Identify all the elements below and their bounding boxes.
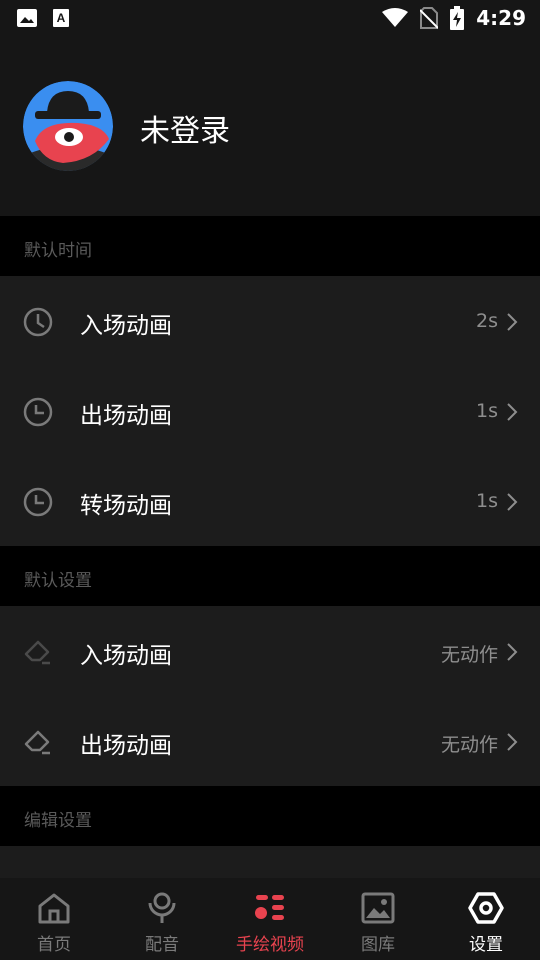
section-title: 编辑设置 — [24, 811, 92, 831]
tab-label: 图库 — [361, 935, 395, 955]
section-header-settings: 默认设置 — [0, 546, 540, 606]
clock-icon — [23, 397, 53, 427]
chevron-right-icon — [507, 733, 518, 751]
image-notification-icon — [17, 9, 37, 27]
tab-settings[interactable]: 设置 — [432, 878, 540, 960]
tab-label: 首页 — [37, 935, 71, 955]
section-title: 默认时间 — [24, 241, 92, 261]
section-header-time: 默认时间 — [0, 216, 540, 276]
settings-row-enter-effect[interactable]: 入场动画 无动作 — [0, 606, 540, 696]
chevron-right-icon — [507, 493, 518, 511]
font-notification-icon: A — [53, 9, 69, 27]
wifi-icon — [382, 8, 409, 27]
status-time: 4:29 — [476, 6, 526, 30]
settings-row-partial[interactable] — [0, 846, 540, 878]
no-sim-icon — [420, 7, 439, 29]
svg-text:A: A — [57, 11, 66, 25]
gallery-icon — [361, 892, 395, 924]
eraser-icon — [24, 730, 50, 755]
row-label: 出场动画 — [80, 733, 172, 759]
clock-icon — [23, 307, 53, 337]
row-value: 无动作 — [440, 644, 498, 666]
row-label: 出场动画 — [80, 403, 172, 429]
chevron-right-icon — [507, 403, 518, 421]
tab-gallery[interactable]: 图库 — [324, 878, 432, 960]
status-bar: A 4:29 — [0, 0, 540, 36]
tab-label: 设置 — [469, 935, 503, 955]
row-label: 入场动画 — [80, 313, 172, 339]
tab-dubbing[interactable]: 配音 — [108, 878, 216, 960]
username-label[interactable]: 未登录 — [140, 106, 230, 150]
settings-row-transition-time[interactable]: 转场动画 1s — [0, 456, 540, 546]
chevron-right-icon — [507, 643, 518, 661]
spy-avatar-icon[interactable] — [23, 81, 113, 171]
tab-hand-drawn-video[interactable]: 手绘视频 — [216, 878, 324, 960]
tab-label: 手绘视频 — [236, 935, 304, 955]
row-value: 2s — [476, 310, 498, 332]
battery-charging-icon — [450, 6, 465, 30]
tab-home[interactable]: 首页 — [0, 878, 108, 960]
home-icon — [38, 893, 70, 924]
bottom-tab-bar: 首页 配音 手绘视频 图库 设置 — [0, 878, 540, 960]
section-header-edit: 编辑设置 — [0, 786, 540, 846]
row-value: 1s — [476, 490, 498, 512]
chevron-right-icon — [507, 313, 518, 331]
settings-row-enter-time[interactable]: 入场动画 2s — [0, 276, 540, 366]
eraser-icon — [24, 640, 50, 665]
section-title: 默认设置 — [24, 571, 92, 591]
hand-draw-icon — [255, 895, 284, 920]
settings-row-exit-effect[interactable]: 出场动画 无动作 — [0, 696, 540, 786]
row-label: 转场动画 — [80, 493, 172, 519]
settings-row-exit-time[interactable]: 出场动画 1s — [0, 366, 540, 456]
microphone-icon — [148, 892, 176, 923]
profile-header[interactable]: 未登录 — [0, 36, 540, 216]
row-value: 无动作 — [440, 734, 498, 756]
settings-hexagon-icon — [468, 892, 504, 924]
row-value: 1s — [476, 400, 498, 422]
clock-icon — [23, 487, 53, 517]
tab-label: 配音 — [145, 935, 179, 955]
row-label: 入场动画 — [80, 643, 172, 669]
